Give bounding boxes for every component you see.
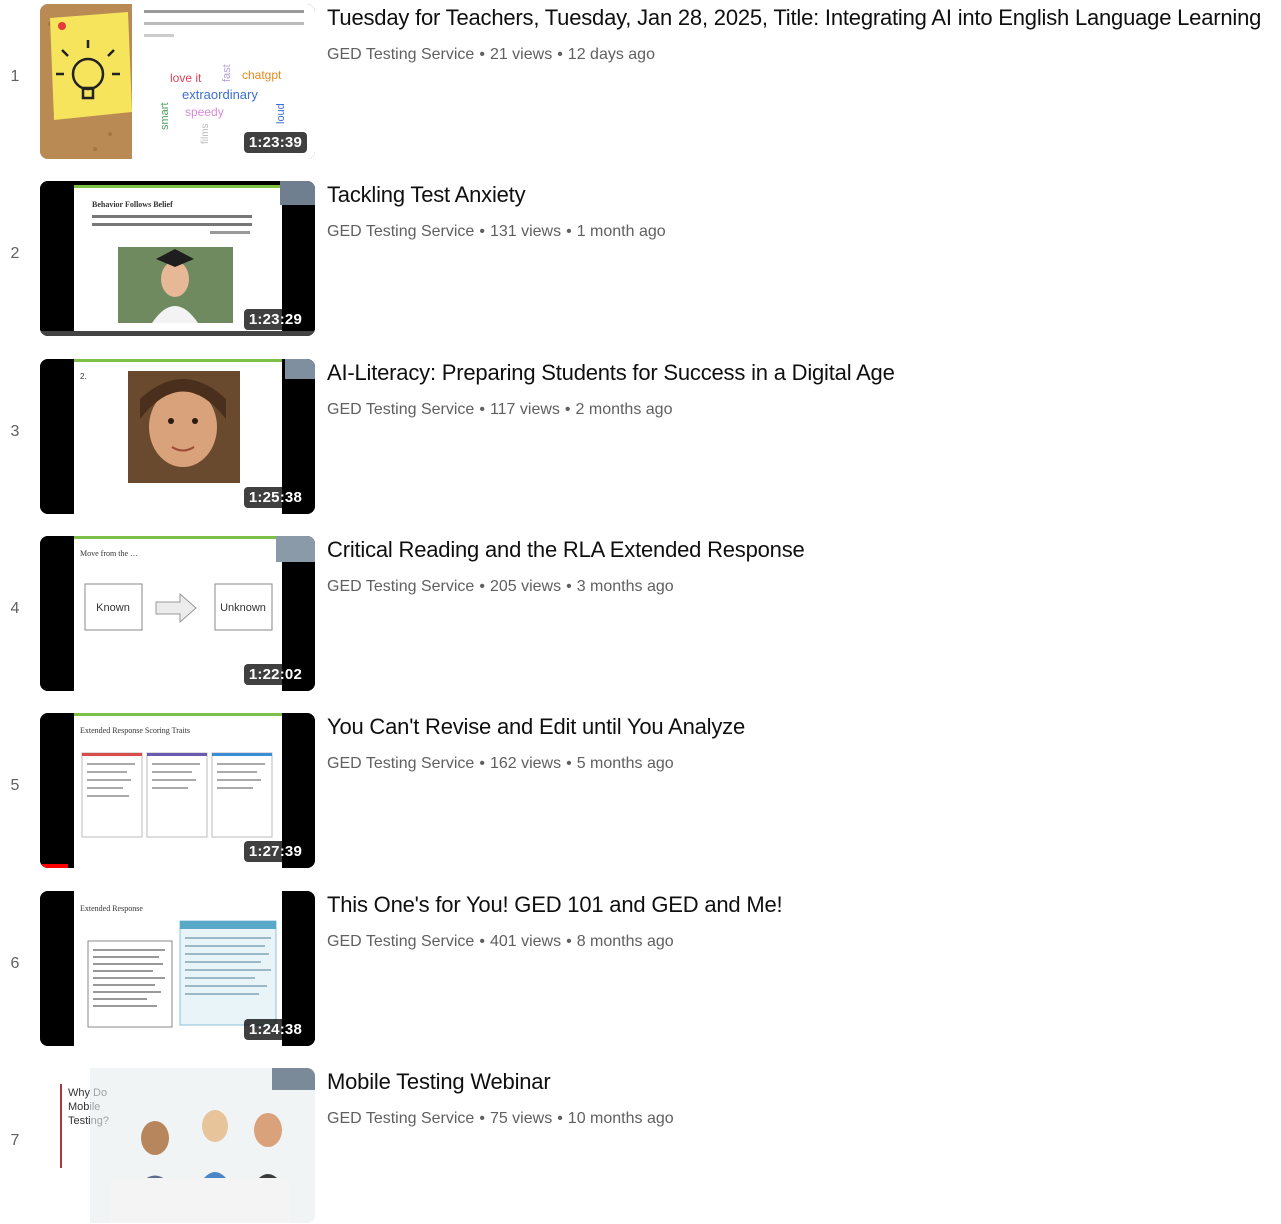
video-thumbnail[interactable]: Behavior Follows Belief 1:23:29 xyxy=(40,181,315,336)
video-title[interactable]: Critical Reading and the RLA Extended Re… xyxy=(327,535,1279,565)
video-duration: 1:23:39 xyxy=(243,132,307,153)
meta-separator: • xyxy=(479,933,485,950)
item-index: 3 xyxy=(10,423,20,440)
video-title[interactable]: Tuesday for Teachers, Tuesday, Jan 28, 2… xyxy=(327,3,1279,33)
slide-heading: Move from the … xyxy=(80,549,138,558)
word-loud: loud xyxy=(275,103,287,124)
meta-separator: • xyxy=(479,578,485,595)
video-metadata: GED Testing Service • 162 views • 5 months a… xyxy=(327,755,674,773)
meta-separator: • xyxy=(566,933,572,950)
meta-separator: • xyxy=(479,46,485,63)
video-duration: 1:25:38 xyxy=(243,487,307,508)
word-extraordinary: extraordinary xyxy=(182,87,258,102)
meta-separator: • xyxy=(557,1110,563,1127)
video-thumbnail[interactable]: Extended Response 1:24:38 xyxy=(40,891,315,1046)
video-thumbnail[interactable]: Move from the … Known Unknown 1:22:02 xyxy=(40,536,315,691)
view-count: 162 views xyxy=(489,755,562,772)
word-films: films xyxy=(200,123,211,144)
video-metadata: GED Testing Service • 75 views • 10 months a… xyxy=(327,1110,674,1128)
word-chatgpt: chatgpt xyxy=(242,68,282,82)
meta-separator: • xyxy=(557,46,563,63)
channel-name[interactable]: GED Testing Service xyxy=(327,401,474,418)
upload-age: 1 month ago xyxy=(576,223,666,240)
video-duration: 1:23:29 xyxy=(243,309,307,330)
upload-age: 8 months ago xyxy=(576,933,674,950)
channel-name[interactable]: GED Testing Service xyxy=(327,755,474,772)
upload-age: 10 months ago xyxy=(567,1110,674,1127)
known-box: Known xyxy=(96,602,130,614)
video-metadata: GED Testing Service • 205 views • 3 months a… xyxy=(327,578,674,596)
meta-separator: • xyxy=(479,1110,485,1127)
view-count: 117 views xyxy=(489,401,560,418)
view-count: 401 views xyxy=(489,933,562,950)
word-love-it: love it xyxy=(170,71,202,85)
view-count: 205 views xyxy=(489,578,562,595)
video-metadata: GED Testing Service • 117 views • 2 months a… xyxy=(327,401,672,419)
meta-separator: • xyxy=(564,401,571,418)
playlist-item[interactable]: 7 Why Do Mobile Testing? Mobile Testing … xyxy=(0,1064,1281,1224)
word-speedy: speedy xyxy=(185,105,224,119)
word-fast: fast xyxy=(221,64,233,82)
upload-age: 2 months ago xyxy=(575,401,673,418)
video-metadata: GED Testing Service • 131 views • 1 month ag… xyxy=(327,223,666,241)
view-count: 131 views xyxy=(489,223,562,240)
meta-separator: • xyxy=(479,401,485,418)
video-thumbnail[interactable]: Extended Response Scoring Traits 1:27:39 xyxy=(40,713,315,868)
playlist-video-list: 1 love it chatgpt extraordinary speedy s… xyxy=(0,0,1281,1223)
watch-progress-bar xyxy=(40,864,68,868)
unknown-box: Unknown xyxy=(220,602,266,614)
channel-name[interactable]: GED Testing Service xyxy=(327,578,474,595)
playlist-item[interactable]: 1 love it chatgpt extraordinary speedy s… xyxy=(0,0,1281,160)
meta-separator: • xyxy=(479,755,485,772)
upload-age: 3 months ago xyxy=(576,578,674,595)
item-index: 7 xyxy=(10,1132,20,1149)
playlist-item[interactable]: 4 Move from the … Known Unknown 1:22:02 … xyxy=(0,532,1281,692)
item-index: 2 xyxy=(10,245,20,262)
item-index: 4 xyxy=(10,600,20,617)
channel-name[interactable]: GED Testing Service xyxy=(327,223,474,240)
video-metadata: GED Testing Service • 21 views • 12 days ago xyxy=(327,46,655,64)
meta-separator: • xyxy=(479,223,485,240)
video-title[interactable]: Tackling Test Anxiety xyxy=(327,180,1279,210)
video-metadata: GED Testing Service • 401 views • 8 months a… xyxy=(327,933,674,951)
playlist-item[interactable]: 3 2. 1:25:38 AI-Literacy: Preparing Stud… xyxy=(0,355,1281,515)
view-count: 21 views xyxy=(489,46,553,63)
channel-name[interactable]: GED Testing Service xyxy=(327,46,474,63)
slide-heading: Behavior Follows Belief xyxy=(92,200,173,209)
item-index: 5 xyxy=(10,777,20,794)
video-title[interactable]: This One's for You! GED 101 and GED and … xyxy=(327,890,1279,920)
meta-separator: • xyxy=(566,755,572,772)
upload-age: 5 months ago xyxy=(576,755,674,772)
upload-age: 12 days ago xyxy=(567,46,655,63)
playlist-item[interactable]: 5 Extended Response Scoring Traits 1:27:… xyxy=(0,709,1281,869)
video-duration: 1:22:02 xyxy=(243,664,307,685)
meta-separator: • xyxy=(566,223,572,240)
playlist-item[interactable]: 6 Extended Response 1:24:38 This One's f… xyxy=(0,887,1281,1047)
slide-heading: Extended Response Scoring Traits xyxy=(80,726,190,735)
meta-separator: • xyxy=(566,578,572,595)
video-thumbnail[interactable]: Why Do Mobile Testing? xyxy=(40,1068,315,1223)
channel-name[interactable]: GED Testing Service xyxy=(327,933,474,950)
view-count: 75 views xyxy=(489,1110,553,1127)
video-thumbnail[interactable]: 2. 1:25:38 xyxy=(40,359,315,514)
video-duration: 1:24:38 xyxy=(243,1019,307,1040)
video-title[interactable]: AI-Literacy: Preparing Students for Succ… xyxy=(327,358,1279,388)
channel-name[interactable]: GED Testing Service xyxy=(327,1110,474,1127)
playlist-item[interactable]: 2 Behavior Follows Belief 1:23:29 Tackli… xyxy=(0,177,1281,337)
item-index: 1 xyxy=(10,68,20,85)
item-index: 6 xyxy=(10,955,20,972)
video-duration: 1:27:39 xyxy=(243,841,307,862)
video-thumbnail[interactable]: love it chatgpt extraordinary speedy sma… xyxy=(40,4,315,159)
video-title[interactable]: You Can't Revise and Edit until You Anal… xyxy=(327,712,1279,742)
slide-number: 2. xyxy=(80,372,87,381)
thumbnail-image: Why Do Mobile Testing? xyxy=(40,1068,315,1223)
slide-heading: Extended Response xyxy=(80,904,143,913)
word-smart: smart xyxy=(159,103,171,131)
video-title[interactable]: Mobile Testing Webinar xyxy=(327,1067,1279,1097)
